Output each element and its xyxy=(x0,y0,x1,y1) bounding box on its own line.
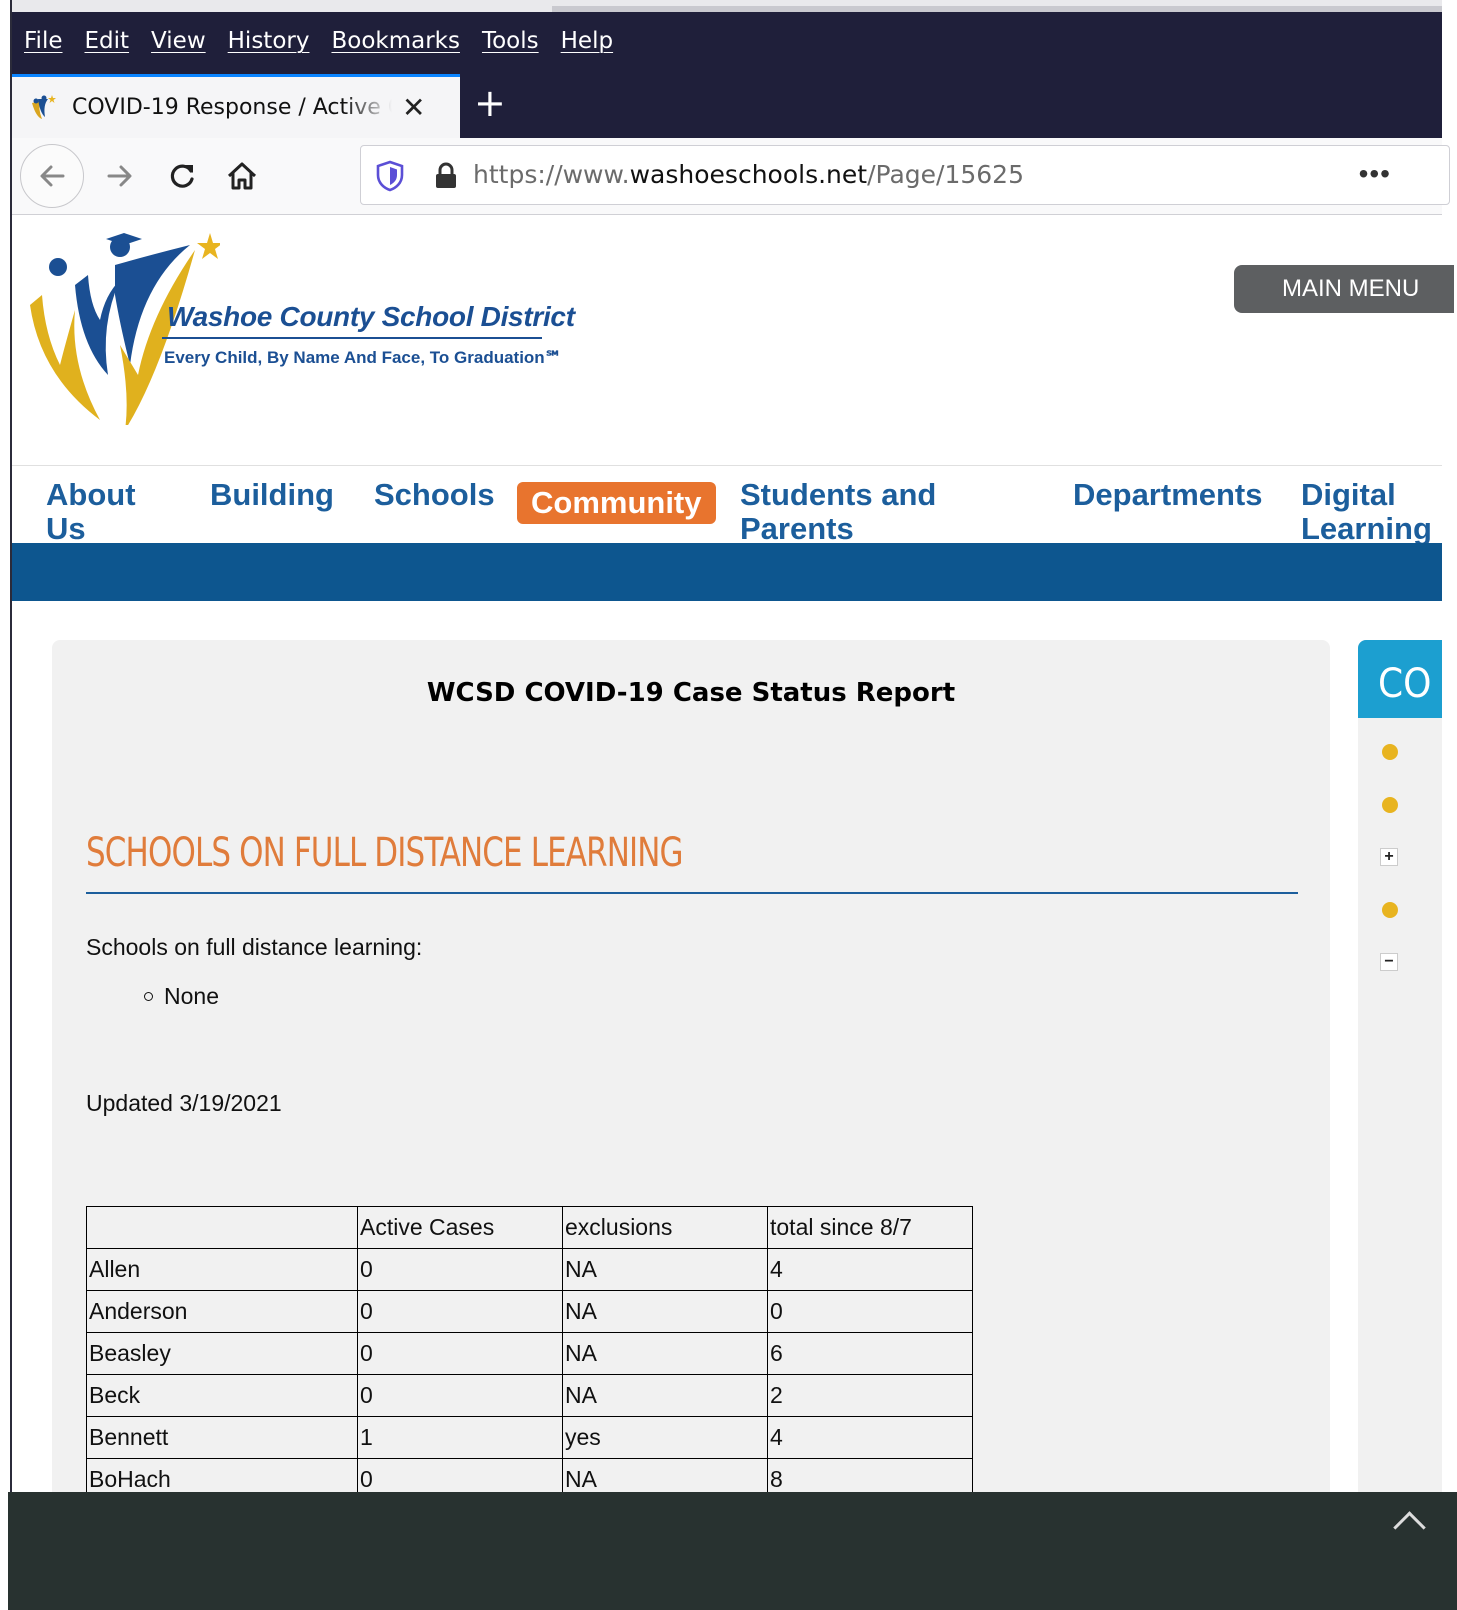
main-menu-button[interactable]: MAIN MENU xyxy=(1234,265,1454,313)
tab-title: COVID-19 Response / Active Co xyxy=(72,95,392,120)
home-button[interactable] xyxy=(218,152,266,200)
forward-arrow-icon xyxy=(107,165,132,187)
url-prefix: https://www. xyxy=(473,160,630,189)
favicon-icon xyxy=(32,94,56,119)
nav-digital-learning[interactable]: Digital Learning xyxy=(1301,478,1442,545)
updated-date: Updated 3/19/2021 xyxy=(86,1090,282,1116)
bullet-icon xyxy=(144,992,153,1001)
menu-file[interactable]: File xyxy=(24,28,63,54)
table-cell: Anderson xyxy=(86,1290,358,1333)
table-header-cell: Active Cases xyxy=(357,1206,563,1249)
table-row: Bennett 1 yes 4 xyxy=(86,1416,973,1459)
menu-bookmarks[interactable]: Bookmarks xyxy=(331,28,460,54)
bullet-item: None xyxy=(164,983,219,1009)
bullet-dot-icon xyxy=(1382,797,1398,813)
tab-bar: COVID-19 Response / Active Co ✕ + xyxy=(12,70,1442,138)
collapse-minus-icon[interactable]: − xyxy=(1380,953,1398,971)
table-header-cell xyxy=(86,1206,358,1249)
table-cell: Allen xyxy=(86,1248,358,1291)
bullet-dot-icon xyxy=(1382,744,1398,760)
menu-edit[interactable]: Edit xyxy=(85,28,130,54)
table-cell: 4 xyxy=(767,1248,973,1291)
table-row: Beck 0 NA 2 xyxy=(86,1374,973,1417)
expand-plus-icon[interactable]: + xyxy=(1380,848,1398,866)
table-cell: Bennett xyxy=(86,1416,358,1459)
url-text[interactable]: https://www.washoeschools.net/Page/15625 xyxy=(473,160,1024,189)
page-actions-button[interactable]: ••• xyxy=(1359,158,1391,190)
lock-icon[interactable] xyxy=(433,162,459,190)
side-panel-heading: CO xyxy=(1358,640,1442,718)
table-cell: Beck xyxy=(86,1374,358,1417)
report-title: WCSD COVID-19 Case Status Report xyxy=(426,678,956,708)
table-header-row: Active Cases exclusions total since 8/7 xyxy=(86,1206,973,1249)
case-table: Active Cases exclusions total since 8/7 … xyxy=(86,1206,973,1501)
side-panel: CO + − xyxy=(1358,640,1442,1500)
main-navigation: About Us Building Schools Community Stud… xyxy=(12,465,1442,544)
table-row: Allen 0 NA 4 xyxy=(86,1248,973,1291)
table-cell: 0 xyxy=(357,1332,563,1375)
shield-icon[interactable] xyxy=(375,160,405,192)
table-row: Beasley 0 NA 6 xyxy=(86,1332,973,1375)
table-cell: yes xyxy=(562,1416,768,1459)
bullet-dot-icon xyxy=(1382,902,1398,918)
chevron-up-icon[interactable] xyxy=(1393,1511,1426,1544)
table-cell: NA xyxy=(562,1374,768,1417)
nav-schools[interactable]: Schools xyxy=(374,478,495,512)
table-cell: 0 xyxy=(357,1248,563,1291)
table-header-cell: total since 8/7 xyxy=(767,1206,973,1249)
site-header: Washoe County School District Every Chil… xyxy=(12,215,1454,465)
back-arrow-icon xyxy=(40,165,65,187)
table-cell: 1 xyxy=(357,1416,563,1459)
back-button[interactable] xyxy=(20,144,84,208)
nav-building[interactable]: Building xyxy=(210,478,334,512)
section-divider xyxy=(86,892,1298,894)
reload-button[interactable] xyxy=(158,152,206,200)
district-name: Washoe County School District xyxy=(167,301,575,332)
table-cell: 4 xyxy=(767,1416,973,1459)
table-cell: NA xyxy=(562,1290,768,1333)
table-cell: Beasley xyxy=(86,1332,358,1375)
navigation-toolbar: https://www.washoeschools.net/Page/15625… xyxy=(12,138,1450,215)
title-strip xyxy=(12,0,1442,12)
window-edge xyxy=(0,0,12,1610)
main-content-panel: WCSD COVID-19 Case Status Report SCHOOLS… xyxy=(52,640,1330,1501)
nav-community[interactable]: Community xyxy=(517,482,716,524)
table-cell: NA xyxy=(562,1248,768,1291)
url-bar[interactable]: https://www.washoeschools.net/Page/15625… xyxy=(360,145,1450,205)
nav-students-and-parents[interactable]: Students and Parents xyxy=(740,478,960,545)
nav-band xyxy=(12,543,1442,601)
table-cell: 0 xyxy=(357,1290,563,1333)
intro-text: Schools on full distance learning: xyxy=(86,934,423,960)
table-row: Anderson 0 NA 0 xyxy=(86,1290,973,1333)
district-underline xyxy=(162,337,542,339)
table-header-cell: exclusions xyxy=(562,1206,768,1249)
new-tab-button[interactable]: + xyxy=(474,84,506,122)
menu-history[interactable]: History xyxy=(228,28,310,54)
tab-close-button[interactable]: ✕ xyxy=(402,93,425,122)
nav-about-us[interactable]: About Us xyxy=(46,478,156,545)
nav-departments[interactable]: Departments xyxy=(1073,478,1263,512)
menu-help[interactable]: Help xyxy=(561,28,613,54)
menu-bar: File Edit View History Bookmarks Tools H… xyxy=(12,12,1442,70)
url-host: washoeschools.net xyxy=(629,160,868,189)
url-path: /Page/15625 xyxy=(867,160,1024,189)
bottom-bar xyxy=(8,1492,1457,1610)
tab-active[interactable]: COVID-19 Response / Active Co ✕ xyxy=(12,74,460,138)
table-cell: NA xyxy=(562,1332,768,1375)
table-cell: 6 xyxy=(767,1332,973,1375)
browser-window: File Edit View History Bookmarks Tools H… xyxy=(0,0,1457,1610)
reload-icon xyxy=(170,164,194,188)
menu-view[interactable]: View xyxy=(151,28,206,54)
section-heading: SCHOOLS ON FULL DISTANCE LEARNING xyxy=(86,830,684,876)
table-cell: 0 xyxy=(767,1290,973,1333)
table-cell: 0 xyxy=(357,1374,563,1417)
table-cell: 2 xyxy=(767,1374,973,1417)
forward-button[interactable] xyxy=(96,152,144,200)
district-tagline: Every Child, By Name And Face, To Gradua… xyxy=(164,348,563,367)
home-icon xyxy=(227,162,257,190)
menu-tools[interactable]: Tools xyxy=(482,28,539,54)
